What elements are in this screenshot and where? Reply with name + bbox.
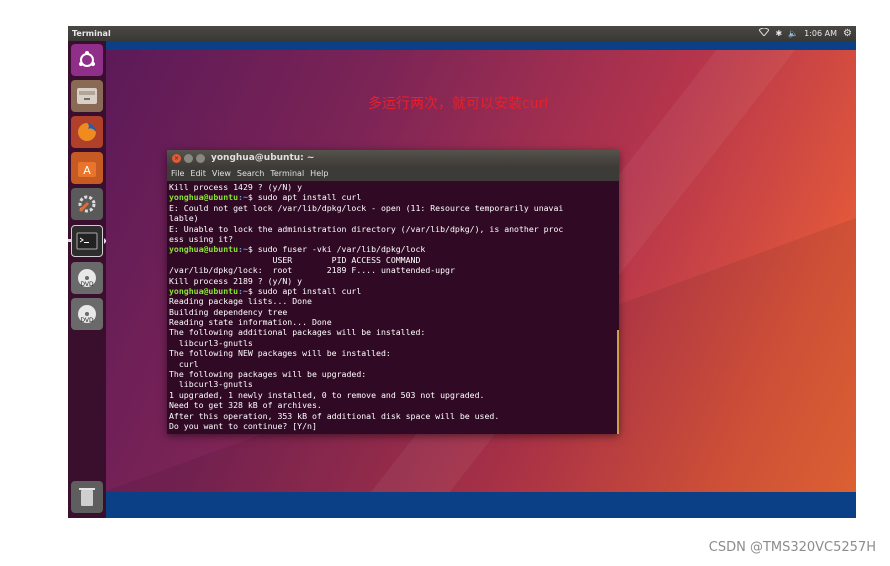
- menu-edit[interactable]: Edit: [190, 167, 206, 181]
- terminal-line: /var/lib/dpkg/lock: root 2189 F.... unat…: [169, 265, 455, 276]
- terminal-line: USER PID ACCESS COMMAND: [169, 254, 421, 265]
- wifi-icon[interactable]: [758, 26, 771, 41]
- terminal-menubar: File Edit View Search Terminal Help: [167, 167, 619, 181]
- menu-file[interactable]: File: [171, 167, 184, 181]
- terminal-window[interactable]: × yonghua@ubuntu: ~ File Edit View Searc…: [167, 150, 619, 434]
- terminal-line: E: Could not get lock /var/lib/dpkg/lock…: [169, 202, 564, 213]
- ubuntu-dash-icon[interactable]: [71, 44, 103, 76]
- terminal-line: The following additional packages will b…: [169, 327, 426, 338]
- launcher-bar: A DVD DVD: [68, 41, 107, 518]
- svg-text:DVD: DVD: [80, 317, 94, 324]
- terminal-line: lable): [169, 213, 199, 224]
- window-title: yonghua@ubuntu: ~: [211, 153, 315, 163]
- terminal-line: 1 upgraded, 1 newly installed, 0 to remo…: [169, 389, 485, 400]
- clock[interactable]: 1:06 AM: [804, 26, 837, 41]
- terminal-output[interactable]: Kill process 1429 ? (y/N) y yonghua@ubunt…: [169, 182, 613, 432]
- terminal-line: curl: [169, 358, 199, 369]
- terminal-line: After this operation, 353 kB of addition…: [169, 410, 500, 421]
- bluetooth-icon[interactable]: ✱: [775, 26, 782, 41]
- prompt-path: :~: [238, 192, 248, 203]
- trash-icon[interactable]: [71, 481, 103, 513]
- desktop-top-strip: [106, 41, 856, 50]
- terminal-line: Need to get 328 kB of archives.: [169, 400, 322, 411]
- system-settings-icon[interactable]: [71, 188, 103, 220]
- terminal-line: yonghua@ubuntu:~$ sudo apt install curl: [169, 192, 613, 202]
- terminal-line: Reading package lists... Done: [169, 296, 312, 307]
- terminal-line: yonghua@ubuntu:~$ sudo fuser -vki /var/l…: [169, 244, 613, 254]
- gear-icon[interactable]: ⚙: [843, 26, 852, 41]
- terminal-titlebar[interactable]: × yonghua@ubuntu: ~: [167, 150, 619, 167]
- menu-terminal[interactable]: Terminal: [270, 167, 304, 181]
- command-text: $ sudo fuser -vki /var/lib/dpkg/lock: [247, 244, 426, 255]
- firefox-icon[interactable]: [71, 116, 103, 148]
- command-text: $ sudo apt install curl: [247, 192, 362, 203]
- dvd-icon[interactable]: DVD: [71, 298, 103, 330]
- minimize-button[interactable]: [184, 154, 193, 163]
- dvd-icon[interactable]: DVD: [71, 262, 103, 294]
- watermark: CSDN @TMS320VC5257H: [708, 540, 876, 555]
- menu-view[interactable]: View: [212, 167, 231, 181]
- terminal-line: ess using it?: [169, 233, 234, 244]
- desktop-bottom-strip: [106, 492, 856, 518]
- terminal-line: E: Unable to lock the administration dir…: [169, 223, 564, 234]
- terminal-line: libcurl3-gnutls: [169, 337, 253, 348]
- menu-search[interactable]: Search: [237, 167, 264, 181]
- terminal-line: libcurl3-gnutls: [169, 379, 253, 390]
- terminal-line: The following packages will be upgraded:: [169, 369, 367, 380]
- terminal-line: Kill process 2189 ? (y/N) y: [169, 275, 303, 286]
- close-button[interactable]: ×: [172, 154, 181, 163]
- terminal-line: yonghua@ubuntu:~$ sudo apt install curl: [169, 286, 613, 296]
- prompt-path: :~: [238, 244, 248, 255]
- active-app-title: Terminal: [72, 29, 111, 38]
- svg-text:A: A: [83, 164, 91, 177]
- terminal-line: Kill process 1429 ? (y/N) y: [169, 182, 303, 192]
- top-panel: Terminal ✱ 🔈 1:06 AM ⚙: [68, 26, 856, 41]
- maximize-button[interactable]: [196, 154, 205, 163]
- prompt-path: :~: [238, 285, 248, 296]
- files-icon[interactable]: [71, 80, 103, 112]
- system-tray: ✱ 🔈 1:06 AM ⚙: [758, 26, 852, 41]
- prompt-user: yonghua@ubuntu: [169, 192, 239, 203]
- annotation-text: 多运行两次，就可以安装curl: [368, 96, 549, 112]
- command-text: $ sudo apt install curl: [247, 285, 362, 296]
- prompt-user: yonghua@ubuntu: [169, 244, 239, 255]
- terminal-line: Building dependency tree: [169, 306, 288, 317]
- scrollbar-thumb[interactable]: [617, 330, 619, 434]
- terminal-line: The following NEW packages will be insta…: [169, 348, 391, 359]
- volume-icon[interactable]: 🔈: [788, 26, 798, 41]
- menu-help[interactable]: Help: [310, 167, 328, 181]
- terminal-line: Do you want to continue? [Y/n]: [169, 420, 317, 431]
- svg-text:DVD: DVD: [80, 281, 94, 288]
- prompt-user: yonghua@ubuntu: [169, 285, 239, 296]
- software-center-icon[interactable]: A: [71, 152, 103, 184]
- terminal-icon[interactable]: [71, 225, 103, 257]
- terminal-line: Reading state information... Done: [169, 317, 332, 328]
